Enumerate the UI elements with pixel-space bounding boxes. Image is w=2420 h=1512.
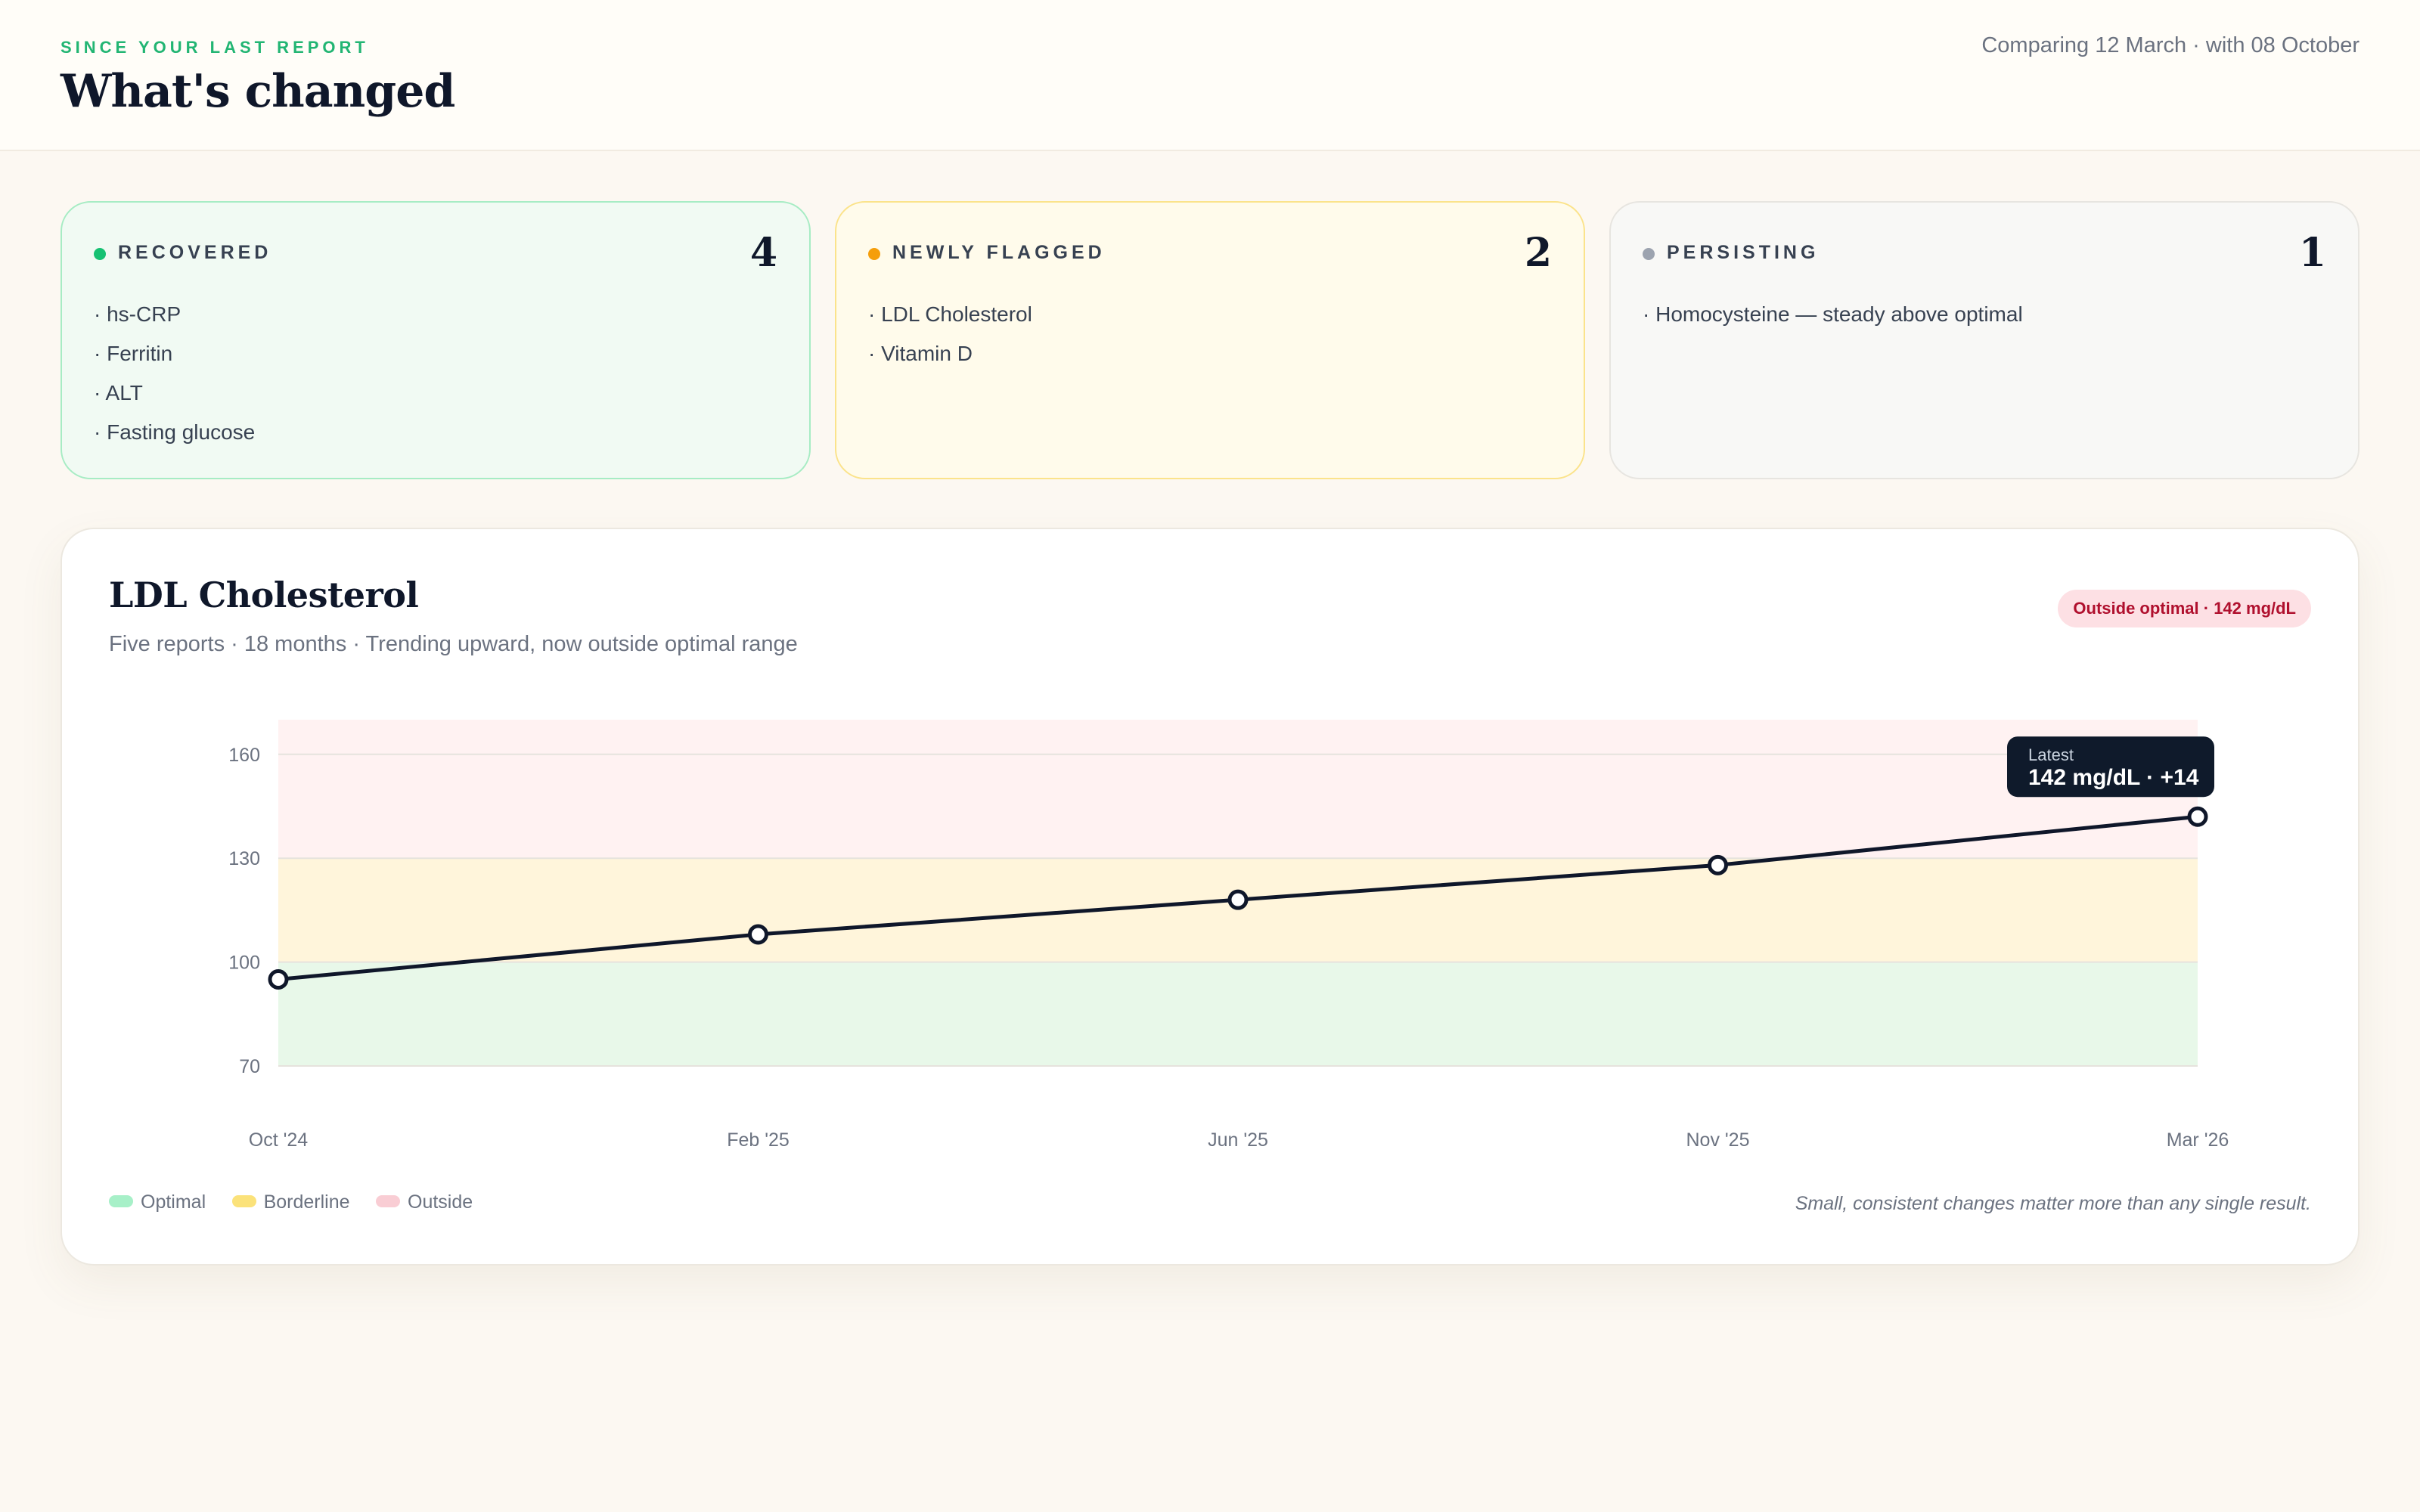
persisting-card[interactable]: PERSISTING 1 · Homocysteine — steady abo…: [1609, 201, 2360, 479]
list-item: · LDL Cholesterol: [868, 302, 1032, 326]
x-tick-label: Oct '24: [249, 1129, 309, 1151]
chart-footnote: Small, consistent changes matter more th…: [1795, 1193, 2311, 1214]
recovered-dot-icon: [94, 248, 106, 260]
recovered-card[interactable]: RECOVERED 4 · hs-CRP · Ferritin · ALT · …: [60, 201, 811, 479]
y-tick-label: 160: [228, 745, 260, 766]
tooltip-label: Latest: [2028, 745, 2074, 764]
card-label: PERSISTING: [1667, 242, 1820, 263]
chart-legend: Optimal Borderline Outside: [109, 1191, 495, 1222]
data-point: [1708, 854, 1728, 875]
data-point: [2187, 806, 2208, 827]
page-title: What's changed: [60, 65, 455, 118]
newly-flagged-card[interactable]: NEWLY FLAGGED 2 · LDL Cholesterol · Vita…: [835, 201, 1585, 479]
legend-label: Borderline: [263, 1191, 350, 1213]
card-count: 2: [1524, 230, 1552, 276]
ldl-chart-card: LDL Cholesterol Five reports · 18 months…: [60, 528, 2360, 1266]
persisting-dot-icon: [1643, 248, 1655, 260]
card-count: 1: [2298, 230, 2326, 276]
list-item: · hs-CRP: [94, 302, 182, 326]
ldl-line-chart: 70 100 130 160 Oct '24 Feb '25 Jun '25 Nov '25 M…: [228, 720, 2229, 1151]
flagged-list: · LDL Cholesterol · Vitamin D: [868, 295, 1552, 373]
y-tick-label: 100: [228, 953, 260, 974]
band-outside: [278, 720, 2198, 859]
y-tick-label: 130: [228, 848, 260, 869]
list-item: · Vitamin D: [868, 342, 973, 365]
card-label: RECOVERED: [118, 242, 272, 263]
persisting-list: · Homocysteine — steady above optimal: [1643, 295, 2326, 334]
data-point: [268, 969, 289, 990]
summary-cards: RECOVERED 4 · hs-CRP · Ferritin · ALT · …: [60, 201, 2360, 479]
legend-label: Optimal: [141, 1191, 206, 1213]
legend-optimal: Optimal: [109, 1191, 206, 1213]
page-header: SINCE YOUR LAST REPORT What's changed Co…: [0, 0, 2420, 151]
outside-swatch-icon: [376, 1195, 400, 1208]
list-item: · Fasting glucose: [94, 420, 256, 444]
legend-label: Outside: [408, 1191, 473, 1213]
flagged-dot-icon: [868, 248, 880, 260]
x-tick-label: Nov '25: [1686, 1129, 1750, 1151]
recovered-list: · hs-CRP · Ferritin · ALT · Fasting gluc…: [94, 295, 777, 452]
comparison-dates: Comparing 12 March · with 08 October: [1981, 33, 2360, 57]
band-borderline: [278, 858, 2198, 962]
borderline-swatch-icon: [231, 1195, 256, 1208]
data-point: [748, 924, 768, 945]
optimal-swatch-icon: [109, 1195, 133, 1208]
list-item: · Ferritin: [94, 342, 173, 365]
list-item: · ALT: [94, 381, 143, 404]
tooltip-value: 142 mg/dL · +14: [2028, 765, 2199, 790]
x-tick-label: Mar '26: [2167, 1129, 2229, 1151]
y-tick-label: 70: [239, 1056, 260, 1077]
card-count: 4: [749, 230, 777, 276]
list-item: · Homocysteine — steady above optimal: [1643, 302, 2023, 326]
legend-outside: Outside: [376, 1191, 473, 1213]
legend-borderline: Borderline: [231, 1191, 350, 1213]
x-tick-label: Jun '25: [1208, 1129, 1268, 1151]
band-optimal: [278, 962, 2198, 1066]
x-tick-label: Feb '25: [727, 1129, 790, 1151]
data-point: [1227, 889, 1249, 910]
card-label: NEWLY FLAGGED: [892, 242, 1106, 263]
page-eyebrow: SINCE YOUR LAST REPORT: [60, 38, 369, 57]
